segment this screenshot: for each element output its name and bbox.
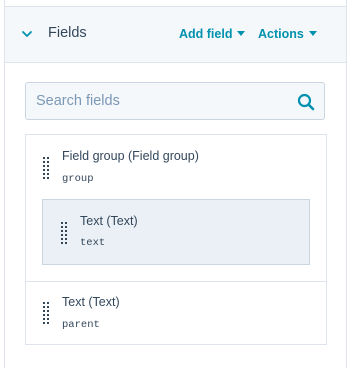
add-field-dropdown[interactable]: Add field xyxy=(179,27,246,41)
add-field-label: Add field xyxy=(179,27,233,41)
drag-handle-icon[interactable] xyxy=(61,222,67,244)
fields-panel-title: Fields xyxy=(48,25,87,41)
search-icon[interactable] xyxy=(297,93,315,111)
chevron-down-icon[interactable] xyxy=(19,26,35,42)
field-label: Field group (Field group) xyxy=(62,149,199,163)
caret-down-icon xyxy=(237,31,246,37)
field-internal-name: parent xyxy=(62,319,100,331)
caret-down-icon xyxy=(308,31,317,37)
actions-dropdown[interactable]: Actions xyxy=(258,27,317,41)
field-label: Text (Text) xyxy=(62,295,120,309)
drag-handle-icon[interactable] xyxy=(43,157,49,179)
field-label: Text (Text) xyxy=(80,214,138,228)
drag-handle-icon[interactable] xyxy=(43,302,49,324)
search-box xyxy=(25,82,325,120)
search-input[interactable] xyxy=(26,83,286,119)
field-group-row[interactable]: Field group (Field group) group Text (Te… xyxy=(26,135,326,282)
actions-label: Actions xyxy=(258,27,304,41)
fields-panel: Fields Add field Actions Search fields F… xyxy=(4,0,347,368)
field-internal-name: group xyxy=(62,173,94,185)
field-list: Field group (Field group) group Text (Te… xyxy=(25,134,327,345)
field-internal-name: text xyxy=(80,237,106,249)
field-row[interactable]: Text (Text) parent xyxy=(26,282,326,344)
nested-field-row[interactable]: Text (Text) text xyxy=(42,199,310,265)
fields-panel-header[interactable]: Fields Add field Actions xyxy=(5,7,346,63)
